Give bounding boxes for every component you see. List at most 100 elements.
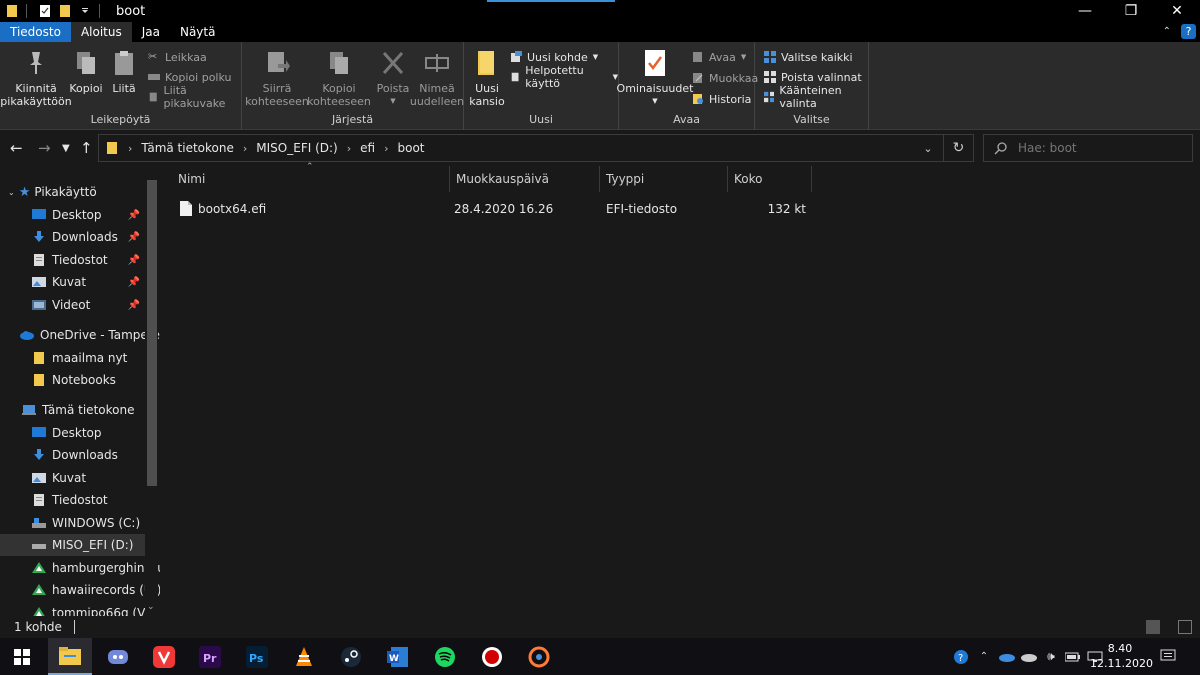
pin-icon[interactable]: 📌 <box>128 255 140 266</box>
recent-locations-chevron-icon[interactable]: ▼ <box>62 143 70 154</box>
sidebar-scrollbar[interactable]: ⌄ <box>145 176 158 616</box>
new-folder-button[interactable]: Uusi kansio <box>469 48 505 108</box>
properties-icon[interactable] <box>37 3 53 19</box>
sidebar-item-maailma-nyt[interactable]: maailma nyt <box>0 347 145 369</box>
maximize-button[interactable]: ❐ <box>1108 0 1154 22</box>
ribbon: Kiinnitä pikakäyttöön Kopioi Liitä ✂ Lei… <box>0 42 1200 130</box>
details-view-icon[interactable] <box>1146 620 1160 634</box>
invert-selection-button[interactable]: Käänteinen valinta <box>764 84 868 110</box>
sidebar-item-drive-d[interactable]: MISO_EFI (D:) <box>0 534 145 556</box>
help-icon[interactable]: ? <box>950 649 972 665</box>
open-button[interactable]: Avaa ▼ <box>692 48 746 66</box>
tab-share[interactable]: Jaa <box>132 22 170 42</box>
delete-button[interactable]: Poista ▼ <box>376 48 410 108</box>
breadcrumb-efi[interactable]: efi <box>360 141 375 155</box>
sidebar-item-documents[interactable]: Tiedostot 📌 <box>0 249 145 271</box>
forward-arrow-icon[interactable]: → <box>38 139 51 157</box>
sidebar-item-drive-v[interactable]: tommipo66g (V:) <box>0 602 153 616</box>
scroll-down-icon[interactable]: ⌄ <box>147 602 155 612</box>
notifications-icon[interactable] <box>1160 648 1176 664</box>
paste-shortcut-button[interactable]: Liitä pikakuvake <box>148 84 241 110</box>
sidebar-item-desktop[interactable]: Desktop 📌 <box>0 204 145 226</box>
sidebar-item-notebooks[interactable]: Notebooks <box>0 369 145 391</box>
up-arrow-icon[interactable]: ↑ <box>80 139 93 157</box>
taskbar-photoshop[interactable]: Ps <box>235 638 279 675</box>
pin-icon[interactable]: 📌 <box>128 277 140 288</box>
properties-button[interactable]: Ominaisuudet ▼ <box>617 48 693 108</box>
pin-quick-access-button[interactable]: Kiinnitä pikakäyttöön <box>0 48 72 108</box>
windows-start-button[interactable] <box>0 638 44 675</box>
address-bar[interactable]: › Tämä tietokone › MISO_EFI (D:) › efi ›… <box>98 134 974 162</box>
sidebar-quick-access[interactable]: ⌄ ★ Pikakäyttö <box>0 181 145 203</box>
edit-button[interactable]: Muokkaa <box>692 69 758 87</box>
select-all-button[interactable]: Valitse kaikki <box>764 48 853 66</box>
taskbar-vlc[interactable] <box>282 638 326 675</box>
sidebar-item-downloads[interactable]: Downloads 📌 <box>0 226 145 248</box>
sidebar-onedrive[interactable]: OneDrive - Tampereen <box>0 324 160 346</box>
help-icon[interactable]: ? <box>1181 24 1196 39</box>
sidebar-item-pc-downloads[interactable]: Downloads <box>0 444 145 466</box>
column-header-type[interactable]: Tyyppi <box>600 166 728 192</box>
copy-button[interactable]: Kopioi <box>69 48 103 95</box>
cloud-icon[interactable] <box>1018 652 1040 662</box>
sidebar-item-pc-pictures[interactable]: Kuvat <box>0 467 145 489</box>
scrollbar-thumb[interactable] <box>147 180 157 486</box>
volume-icon[interactable]: 🕪 <box>1040 649 1062 664</box>
chevron-down-icon: ▼ <box>390 97 396 105</box>
taskbar-vivaldi[interactable] <box>142 638 186 675</box>
copy-to-button[interactable]: Kopioi kohteeseen <box>307 48 371 108</box>
paste-button[interactable]: Liitä <box>110 48 138 95</box>
breadcrumb-this-pc[interactable]: Tämä tietokone <box>141 141 233 155</box>
move-to-button[interactable]: Siirrä kohteeseen <box>245 48 309 108</box>
onedrive-cloud-icon[interactable] <box>996 652 1018 662</box>
pin-icon[interactable]: 📌 <box>128 210 140 221</box>
easy-access-button[interactable]: Helpotettu käyttö ▼ <box>510 64 618 90</box>
tab-view[interactable]: Näytä <box>170 22 226 42</box>
sidebar-item-pc-desktop[interactable]: Desktop <box>0 422 145 444</box>
navigation-bar: ← → ▼ ↑ › Tämä tietokone › MISO_EFI (D:)… <box>0 131 1200 165</box>
file-row[interactable]: bootx64.efi 28.4.2020 16.26 EFI-tiedosto… <box>174 198 974 220</box>
tab-file[interactable]: Tiedosto <box>0 22 71 42</box>
column-header-name[interactable]: Nimi <box>172 166 450 192</box>
chevron-up-icon[interactable]: ⌃ <box>972 651 996 662</box>
sidebar-item-drive-c[interactable]: WINDOWS (C:) <box>0 512 145 534</box>
column-header-size[interactable]: Koko <box>728 166 812 192</box>
scissors-icon: ✂ <box>148 50 158 63</box>
breadcrumb-boot[interactable]: boot <box>398 141 425 155</box>
chevron-down-icon[interactable] <box>77 3 93 19</box>
sidebar-item-pictures[interactable]: Kuvat 📌 <box>0 271 145 293</box>
sidebar-item-drive-u[interactable]: hawaiirecords (U:) <box>0 579 160 601</box>
minimize-button[interactable]: — <box>1062 0 1108 22</box>
taskbar-premiere-pro[interactable]: Pr <box>188 638 232 675</box>
battery-icon[interactable] <box>1062 652 1084 662</box>
breadcrumb-drive[interactable]: MISO_EFI (D:) <box>256 141 337 155</box>
new-folder-icon[interactable] <box>57 3 73 19</box>
search-box[interactable] <box>983 134 1193 162</box>
column-header-modified[interactable]: Muokkauspäivä <box>450 166 600 192</box>
taskbar-word[interactable]: W <box>376 638 420 675</box>
taskbar-spotify[interactable] <box>423 638 467 675</box>
pin-icon[interactable]: 📌 <box>128 300 140 311</box>
tab-home[interactable]: Aloitus <box>70 22 132 42</box>
sidebar-item-network-drive[interactable]: hamburgerghiniOu <box>0 557 160 579</box>
taskbar-obs-record[interactable] <box>470 638 514 675</box>
sidebar-item-pc-documents[interactable]: Tiedostot <box>0 489 145 511</box>
rename-button[interactable]: Nimeä uudelleen <box>410 48 464 108</box>
history-button[interactable]: Historia <box>692 90 751 108</box>
taskbar-discord[interactable] <box>96 638 140 675</box>
sidebar-this-pc[interactable]: Tämä tietokone <box>0 399 145 421</box>
sidebar-item-videos[interactable]: Videot 📌 <box>0 294 145 316</box>
back-arrow-icon[interactable]: ← <box>10 139 23 157</box>
large-icons-view-icon[interactable] <box>1178 620 1192 634</box>
refresh-icon[interactable]: ↻ <box>943 135 973 161</box>
pin-icon[interactable]: 📌 <box>128 232 140 243</box>
cut-button[interactable]: ✂ Leikkaa <box>148 48 207 66</box>
taskbar-steam[interactable] <box>329 638 373 675</box>
chevron-down-icon[interactable]: ⌄ <box>913 142 943 155</box>
taskbar-paint-3d[interactable] <box>517 638 561 675</box>
search-input[interactable] <box>1018 141 1178 155</box>
taskbar-file-explorer[interactable] <box>48 638 92 675</box>
taskbar-clock[interactable]: 8.40 12.11.2020 <box>1090 641 1153 671</box>
close-button[interactable]: ✕ <box>1154 0 1200 22</box>
chevron-up-icon[interactable]: ⌃ <box>1163 26 1171 37</box>
